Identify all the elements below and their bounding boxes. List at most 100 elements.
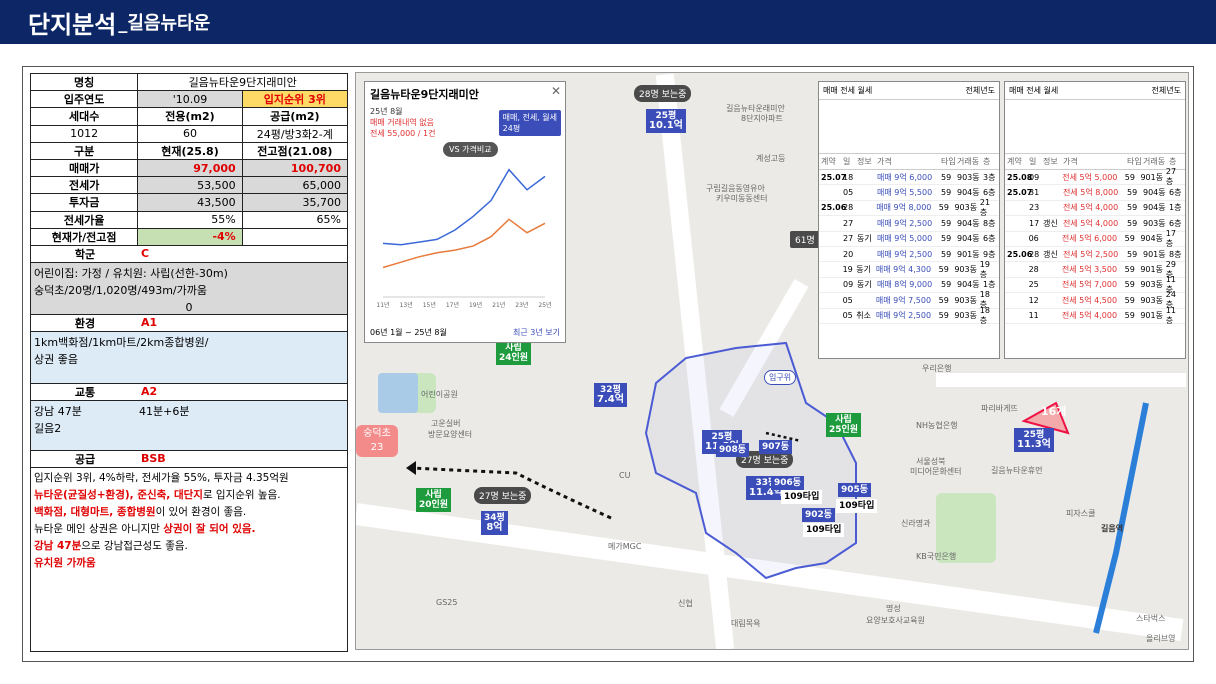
map-place: 명성 (886, 604, 901, 613)
list-item[interactable]: 27 매매 9억 2,500 59 904동 8층 (819, 216, 999, 232)
viewing-badge: 61명 (790, 231, 820, 248)
x-tick-label: 15년 (423, 301, 436, 309)
map-place: 8단지아파트 (741, 114, 783, 123)
jeonse-tabs[interactable]: 매매 전세 월세 (1009, 85, 1058, 96)
map-place: NH농협은행 (916, 421, 958, 430)
size-v3: 24평/방3화2-계 (256, 127, 333, 141)
school-label: 학군 (74, 247, 96, 261)
list-item[interactable]: 05 매매 9억 5,500 59 904동 6층 (819, 185, 999, 201)
list-item[interactable]: 06 전세 5억 6,000 59 904동 17층 (1005, 229, 1185, 248)
sale-tabs[interactable]: 매매 전세 월세 (823, 85, 872, 96)
price-h1: 구분 (31, 142, 139, 159)
map-place: 키우미동동센터 (716, 194, 768, 203)
list-item[interactable]: 27 동기 매매 9억 5,000 59 904동 6층 (819, 232, 999, 247)
row-price-header: 구분 현재(25.8) 전고점(21.08) (31, 142, 347, 160)
row-size-header: 세대수 전용(m2) 공급(m2) (31, 108, 347, 126)
school-line1: 어린이집: 가정 / 유치원: 사립(선한-30m) (34, 266, 228, 280)
traffic-header: 교통 A2 (31, 384, 347, 401)
map-place: 길음역 (1101, 524, 1124, 533)
price-chart-panel: 길음뉴타운9단지래미안 ✕ 25년 8월 매매 거래내역 없음 전세 55,00… (364, 81, 566, 343)
list-item[interactable]: 28 전세 5억 3,500 59 901동 29층 (1005, 260, 1185, 279)
supply-line2a: 뉴타운(균질성+환경), 준신축, 대단지 (34, 488, 203, 501)
sale-now: 97,000 (138, 159, 243, 177)
change-peak (243, 229, 347, 245)
map-place: 피자스쿨 (1066, 509, 1096, 518)
map-place: 신협 (678, 599, 693, 608)
supply-header: 공급 BSB (31, 451, 347, 468)
name-label: 명칭 (31, 74, 139, 91)
supply-label: 공급 (74, 452, 96, 466)
invest-now: 43,500 (138, 194, 243, 211)
map-place: 어린이공원 (421, 390, 458, 399)
list-item[interactable]: 05 취소 매매 9억 2,500 59 903동 18층 (819, 306, 999, 325)
ratio-peak: 65% (316, 213, 341, 227)
list-item[interactable]: 05 매매 9억 7,500 59 903동 18층 (819, 290, 999, 309)
list-item[interactable]: 23 전세 5억 4,000 59 904동 1층 (1005, 201, 1185, 217)
school-line2: 숭덕초/20명/1,020명/493m/가까움 (34, 283, 207, 297)
school-line3: 0 (185, 300, 193, 314)
supply-line3b: 이 있어 환경이 좋음. (155, 505, 247, 518)
price-h3: 전고점(21.08) (257, 144, 333, 158)
ratio-now: 55% (138, 211, 243, 228)
building-tag: 109타입 (836, 499, 878, 513)
x-tick-label: 25년 (538, 301, 551, 309)
map-place: CU (619, 471, 631, 480)
list-item[interactable]: 25.06 28 갱신 전세 5억 2,500 59 901동 8층 (1005, 247, 1185, 263)
map-place: KB국민은행 (916, 552, 957, 561)
sale-label: 매매가 (31, 159, 139, 177)
change-now: -4% (138, 228, 243, 245)
map-place: 우리은행 (922, 364, 952, 373)
map-place: 방문요양센터 (428, 430, 473, 439)
supply-line2b: 로 입지순위 높음. (202, 488, 281, 501)
page-title: 단지분석 (28, 10, 117, 39)
map-place: GS25 (436, 598, 458, 607)
row-invest: 투자금 43,500 35,700 (31, 194, 347, 212)
building-tag: 907동 (759, 440, 793, 454)
supply-line6: 유치원 가까움 (34, 556, 96, 569)
env-label: 환경 (74, 316, 96, 330)
list-item[interactable]: 17 갱신 전세 5억 4,000 59 903동 6층 (1005, 216, 1185, 232)
building-tag: 905동 (838, 483, 872, 497)
viewing-badge: 28명 보는중 (634, 85, 692, 102)
list-item[interactable]: 09 동기 매매 8억 9,000 59 904동 1층 (819, 278, 999, 294)
list-header: 계약 일 정보 가격 타입 거래동 층 (819, 154, 999, 170)
sale-list-panel: 매매 전세 월세 전체년도 계약 일 정보 가격 타입 거래동 층 25.07 18 매매 9억… (818, 81, 1000, 359)
list-item[interactable]: 25 전세 5억 7,000 59 903동 11층 (1005, 275, 1185, 294)
compare-button[interactable]: VS 가격비교 (443, 142, 498, 157)
list-item[interactable]: 19 동기 매매 9억 4,300 59 903동 19층 (819, 260, 999, 279)
list-item[interactable]: 12 전세 5억 4,500 59 903동 24층 (1005, 290, 1185, 309)
chart-type-select[interactable]: 매매, 전세, 월세 24평 (498, 110, 561, 136)
chart-title: 길음뉴타운9단지래미안 (370, 88, 479, 101)
jeonse-label: 전세가 (31, 177, 139, 194)
arrow-head (406, 461, 416, 475)
building-tag: 109타입 (803, 523, 845, 537)
list-item[interactable]: 25.07 18 매매 9억 6,000 59 903동 3층 (819, 170, 999, 186)
close-icon[interactable]: ✕ (551, 84, 561, 98)
list-item[interactable]: 25.06 28 매매 9억 8,000 59 903동 21층 (819, 198, 999, 217)
list-item[interactable]: 11 전세 5억 4,000 59 901동 11층 (1005, 306, 1185, 325)
x-tick-label: 23년 (515, 301, 528, 309)
year-filter[interactable]: 전체년도 (1152, 85, 1181, 96)
name-value: 길음뉴타운9단지래미안 (188, 76, 297, 90)
row-jeonse: 전세가 53,500 65,000 (31, 177, 347, 195)
row-change: 현재가/전고점 -4% (31, 228, 347, 246)
list-item[interactable]: 25.07 31 전세 5억 8,000 59 904동 6층 (1005, 185, 1185, 201)
map-place: 미디어문화센터 (910, 467, 962, 476)
env-line1: 1km백화점/1km마트/2km종합병원/ (34, 335, 209, 349)
year-filter[interactable]: 전체년도 (966, 85, 995, 96)
map-place: 길음뉴타운휴먼 (991, 466, 1043, 475)
row-ratio: 전세가율 55% 65% (31, 211, 347, 229)
map-screenshot: 구립길음동영유아 키우미동동센터 계성고등 길음뉴타운래미안 8단지아파트 NH… (355, 72, 1189, 650)
sale-rows: 25.07 18 매매 9억 6,000 59 903동 3층 05 매매 9억 5,500 5… (819, 170, 999, 325)
invest-label: 투자금 (31, 194, 139, 211)
list-item[interactable]: 20 매매 9억 2,500 59 901동 9층 (819, 247, 999, 263)
x-tick-label: 21년 (492, 301, 505, 309)
list-item[interactable]: 25.08 09 전세 5억 5,000 59 901동 27층 (1005, 167, 1185, 186)
x-tick-label: 17년 (446, 301, 459, 309)
map-place: 올리브영 (1146, 634, 1176, 643)
building-tag: 908동 (716, 443, 750, 457)
env-header: 환경 A1 (31, 315, 347, 332)
recent-3y-link[interactable]: 최근 3년 보기 (513, 327, 560, 338)
row-size-values: 1012 60 24평/방3화2-계 (31, 125, 347, 143)
price-pin: 32평 7.4억 (594, 383, 627, 407)
